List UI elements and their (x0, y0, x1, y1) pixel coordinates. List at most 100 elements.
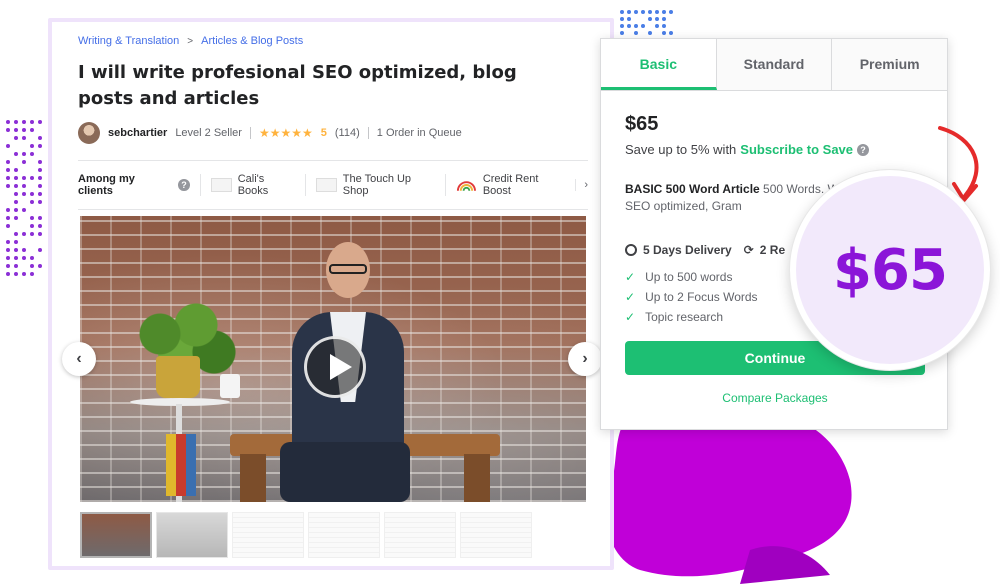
client-item[interactable]: Cali's Books (200, 174, 295, 196)
dot-decoration (6, 256, 10, 260)
dot-decoration (6, 160, 10, 164)
client-logo-icon (316, 178, 337, 192)
feature-label: Up to 2 Focus Words (645, 290, 758, 304)
dot-decoration (22, 184, 26, 188)
dot-decoration (14, 256, 18, 260)
dot-decoration (14, 216, 18, 220)
dot-decoration (6, 224, 10, 228)
dot-decoration (38, 120, 42, 124)
bench-leg-image (240, 454, 266, 502)
revisions: ⟳ 2 Re (744, 243, 785, 257)
bench-leg-image (464, 454, 490, 502)
dot-decoration (22, 272, 26, 276)
dot-decoration (669, 31, 673, 35)
dot-decoration (655, 10, 659, 14)
dot-decoration (14, 264, 18, 268)
dot-decoration (22, 128, 26, 132)
divider (250, 127, 251, 139)
review-count[interactable]: (114) (335, 127, 360, 139)
dot-decoration (22, 152, 26, 156)
dot-decoration (634, 10, 638, 14)
seller-name[interactable]: sebchartier (108, 127, 167, 139)
rating-value: 5 (321, 127, 327, 139)
tab-standard[interactable]: Standard (717, 39, 833, 90)
dot-decoration (22, 120, 26, 124)
dot-decoration (6, 128, 10, 132)
dot-decoration (627, 17, 631, 21)
dot-decoration (38, 168, 42, 172)
among-my-clients: Among my clients ? Cali's Books The Touc… (78, 160, 588, 210)
dot-decoration (627, 10, 631, 14)
dot-decoration (14, 176, 18, 180)
feature-label: Topic research (645, 310, 723, 324)
dot-decoration (6, 216, 10, 220)
compare-packages-link[interactable]: Compare Packages (625, 391, 925, 405)
dot-decoration (30, 120, 34, 124)
callout-price: $65 (833, 238, 947, 303)
dot-decoration (14, 120, 18, 124)
chevron-right-icon[interactable]: › (575, 179, 588, 191)
thumbnail-image[interactable] (460, 512, 532, 558)
tab-premium[interactable]: Premium (832, 39, 947, 90)
dot-decoration (30, 256, 34, 260)
dot-decoration (14, 168, 18, 172)
dot-decoration (648, 17, 652, 21)
dot-decoration (38, 216, 42, 220)
client-item[interactable]: The Touch Up Shop (305, 174, 435, 196)
dot-decoration (655, 17, 659, 21)
chevron-right-icon: > (187, 36, 193, 47)
check-icon: ✓ (625, 310, 635, 324)
dot-decoration (6, 120, 10, 124)
package-tabs: Basic Standard Premium (601, 39, 947, 91)
thumbnail-image[interactable] (232, 512, 304, 558)
client-item[interactable]: Credit Rent Boost (445, 174, 565, 196)
dot-decoration (6, 184, 10, 188)
thumbnail-image[interactable] (308, 512, 380, 558)
package-price: $65 (625, 113, 923, 136)
thumbnail-image[interactable] (384, 512, 456, 558)
dot-decoration (6, 144, 10, 148)
dot-decoration (627, 24, 631, 28)
dot-decoration (30, 272, 34, 276)
dot-decoration (14, 192, 18, 196)
mug-image (220, 374, 240, 398)
dot-decoration (14, 240, 18, 244)
help-icon[interactable]: ? (178, 179, 189, 191)
dot-decoration (634, 24, 638, 28)
thumbnail-image[interactable] (156, 512, 228, 558)
breadcrumb-category[interactable]: Writing & Translation (78, 35, 179, 47)
dot-decoration (30, 192, 34, 196)
dot-decoration (6, 264, 10, 268)
gig-video-player[interactable] (80, 216, 586, 502)
dot-decoration (38, 264, 42, 268)
dot-decoration (6, 240, 10, 244)
divider (368, 127, 369, 139)
play-icon[interactable] (304, 336, 366, 398)
check-icon: ✓ (625, 290, 635, 304)
dot-decoration (14, 136, 18, 140)
dot-decoration (6, 272, 10, 276)
dot-decoration (662, 24, 666, 28)
dot-decoration (14, 232, 18, 236)
subscribe-to-save-link[interactable]: Subscribe to Save (740, 142, 853, 157)
dot-decoration (620, 17, 624, 21)
dot-decoration (14, 200, 18, 204)
dot-decoration (6, 176, 10, 180)
tab-basic[interactable]: Basic (601, 39, 717, 90)
breadcrumb-subcategory[interactable]: Articles & Blog Posts (201, 35, 303, 47)
dot-decoration (38, 176, 42, 180)
dots-decoration-left (6, 120, 46, 280)
chevron-right-icon[interactable]: › (568, 342, 602, 376)
thumbnail-video[interactable] (80, 512, 152, 558)
package-name: BASIC 500 Word Article (625, 182, 760, 196)
dot-decoration (22, 176, 26, 180)
dot-decoration (14, 184, 18, 188)
check-icon: ✓ (625, 270, 635, 284)
dot-decoration (6, 248, 10, 252)
help-icon[interactable]: ? (857, 144, 869, 156)
chevron-left-icon[interactable]: ‹ (62, 342, 96, 376)
dot-decoration (6, 208, 10, 212)
avatar[interactable] (78, 122, 100, 144)
dot-decoration (38, 136, 42, 140)
breadcrumb: Writing & Translation > Articles & Blog … (78, 30, 588, 52)
